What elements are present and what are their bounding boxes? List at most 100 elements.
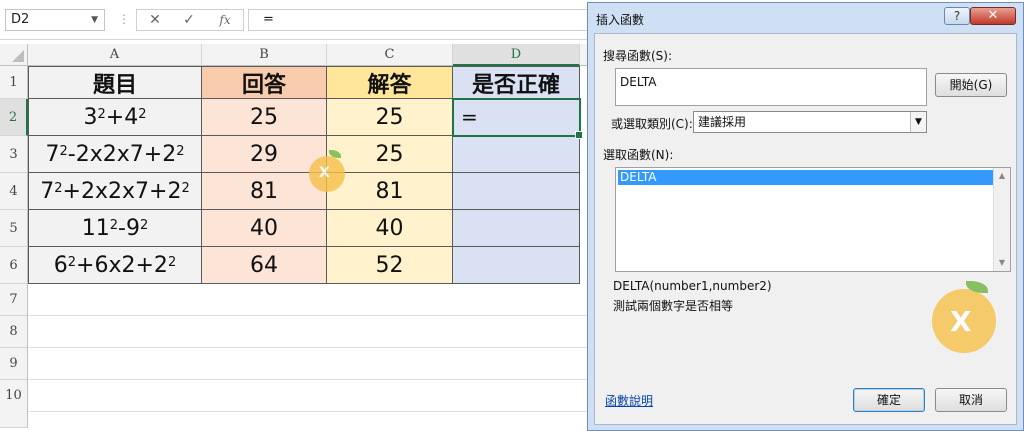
scroll-down-icon[interactable]: ▼: [994, 255, 1010, 271]
question-exponent: 2: [139, 217, 149, 233]
question-part: +6x2+2: [76, 252, 168, 278]
insert-function-icon[interactable]: fx: [211, 10, 239, 30]
solution-cell[interactable]: 81: [327, 173, 453, 210]
name-box-value: D2: [11, 12, 30, 27]
column-header-a[interactable]: A: [28, 44, 202, 66]
header-question-cell[interactable]: 題目: [28, 66, 202, 99]
row-header-6[interactable]: 6: [0, 247, 28, 284]
function-list-label: 選取函數(N):: [603, 148, 674, 162]
column-header-b[interactable]: B: [202, 44, 327, 66]
formula-bar-buttons: ✕ ✓ fx: [136, 9, 244, 31]
question-cell[interactable]: 7 2 -2x2x7+2 2: [28, 136, 202, 173]
question-base: 7: [45, 141, 60, 167]
excel-x-icon: X: [319, 165, 330, 181]
question-part: +2x2x7+2: [62, 178, 182, 204]
close-icon[interactable]: ✕: [970, 7, 1016, 25]
gridline: [28, 347, 588, 348]
solution-cell[interactable]: 40: [327, 210, 453, 247]
column-header-c[interactable]: C: [327, 44, 453, 66]
correct-cell[interactable]: [453, 247, 580, 284]
row-header-5[interactable]: 5: [0, 210, 28, 247]
name-box[interactable]: D2 ▼: [5, 9, 105, 31]
question-exponent: 2: [67, 254, 77, 270]
select-all-corner[interactable]: [0, 44, 28, 66]
search-label: 搜尋函數(S):: [603, 49, 673, 63]
header-correct-cell[interactable]: 是否正確: [453, 66, 580, 99]
leaf-icon: [966, 281, 988, 293]
question-exponent: 2: [176, 143, 185, 159]
question-cell[interactable]: 6 2 +6x2+2 2: [28, 247, 202, 284]
category-select[interactable]: 建議採用 ▼: [693, 111, 927, 133]
question-cell[interactable]: 3 2 +4 2: [28, 99, 202, 136]
cancel-icon[interactable]: ✕: [141, 10, 169, 30]
answer-cell[interactable]: 64: [202, 247, 327, 284]
enter-icon[interactable]: ✓: [175, 10, 203, 30]
category-value: 建議採用: [698, 115, 747, 129]
gridline: [28, 315, 588, 316]
solution-cell[interactable]: 25: [327, 99, 453, 136]
ok-button[interactable]: 確定: [853, 388, 925, 412]
category-label: 或選取類別(C):: [611, 117, 693, 131]
formula-input[interactable]: =: [248, 9, 588, 31]
go-button[interactable]: 開始(G): [935, 73, 1007, 97]
solution-cell[interactable]: 52: [327, 247, 453, 284]
row-header-10[interactable]: 10: [0, 380, 28, 428]
question-part: -2x2x7+2: [67, 141, 177, 167]
row-header-4[interactable]: 4: [0, 173, 28, 210]
correct-cell[interactable]: [453, 136, 580, 173]
header-answer-cell[interactable]: 回答: [202, 66, 327, 99]
function-search-input[interactable]: DELTA: [615, 68, 927, 106]
chevron-down-icon[interactable]: ▼: [91, 10, 98, 30]
function-description: 測試兩個數字是否相等: [613, 299, 734, 313]
dialog-body: 搜尋函數(S): DELTA 開始(G) 或選取類別(C): 建議採用 ▼ 選取…: [594, 33, 1017, 425]
watermark-logo-icon: X: [932, 281, 996, 353]
answer-cell[interactable]: 40: [202, 210, 327, 247]
help-icon[interactable]: ?: [944, 7, 970, 25]
excel-x-icon: X: [950, 305, 972, 338]
list-item[interactable]: DELTA: [618, 170, 993, 185]
answer-cell[interactable]: 25: [202, 99, 327, 136]
row-header-7[interactable]: 7: [0, 284, 28, 316]
question-part: -9: [118, 215, 140, 241]
question-base: 6: [53, 252, 68, 278]
gridline: [28, 379, 588, 380]
dialog-title: 插入函數: [596, 13, 645, 27]
listbox-scrollbar[interactable]: ▲ ▼: [993, 168, 1010, 271]
column-header-d[interactable]: D: [453, 44, 580, 66]
question-exponent: 2: [167, 254, 177, 270]
question-exponent: 2: [59, 143, 68, 159]
question-base: 7: [40, 178, 55, 204]
header-solution-cell[interactable]: 解答: [327, 66, 453, 99]
question-part: +4: [105, 104, 139, 130]
question-exponent: 2: [138, 106, 147, 122]
function-listbox[interactable]: DELTA ▲ ▼: [615, 167, 1011, 272]
question-cell[interactable]: 7 2 +2x2x7+2 2: [28, 173, 202, 210]
row-header-9[interactable]: 9: [0, 348, 28, 380]
row-header-3[interactable]: 3: [0, 136, 28, 173]
answer-cell[interactable]: 81: [202, 173, 327, 210]
scroll-up-icon[interactable]: ▲: [994, 168, 1010, 184]
question-cell[interactable]: 11 2 -9 2: [28, 210, 202, 247]
row-header-2[interactable]: 2: [0, 99, 28, 136]
formula-bar-grip-icon: ⋮: [118, 12, 130, 26]
answer-cell[interactable]: 29: [202, 136, 327, 173]
row-header-8[interactable]: 8: [0, 316, 28, 348]
chevron-down-icon[interactable]: ▼: [910, 112, 926, 132]
cancel-button[interactable]: 取消: [935, 388, 1007, 412]
question-exponent: 2: [54, 180, 63, 196]
insert-function-dialog: 插入函數 ? ✕ 搜尋函數(S): DELTA 開始(G) 或選取類別(C): …: [587, 2, 1024, 431]
question-base: 11: [81, 215, 110, 241]
question-exponent: 2: [97, 106, 106, 122]
question-base: 3: [83, 104, 98, 130]
gridline: [28, 411, 588, 412]
watermark-logo-icon: X: [309, 150, 345, 192]
solution-cell[interactable]: 25: [327, 136, 453, 173]
question-exponent: 2: [109, 217, 119, 233]
function-help-link[interactable]: 函數說明: [605, 392, 653, 409]
row-header-1[interactable]: 1: [0, 66, 28, 99]
active-cell-selection: [452, 98, 583, 139]
correct-cell[interactable]: [453, 173, 580, 210]
function-signature: DELTA(number1,number2): [613, 279, 772, 293]
question-exponent: 2: [181, 180, 190, 196]
correct-cell[interactable]: [453, 210, 580, 247]
